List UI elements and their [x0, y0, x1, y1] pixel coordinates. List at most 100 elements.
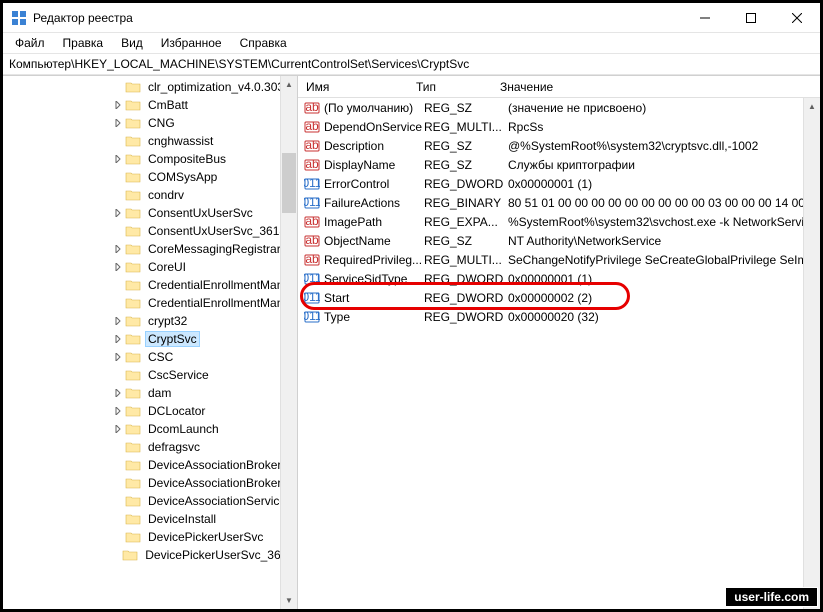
expander-icon[interactable]: [111, 404, 125, 418]
tree-item-label: CryptSvc: [145, 331, 200, 347]
tree-item[interactable]: condrv: [3, 186, 297, 204]
tree-item[interactable]: COMSysApp: [3, 168, 297, 186]
tree-item[interactable]: defragsvc: [3, 438, 297, 456]
tree-item[interactable]: DeviceAssociationService: [3, 492, 297, 510]
column-type[interactable]: Тип: [408, 76, 492, 97]
tree-item-label: DcomLaunch: [145, 421, 222, 437]
column-name[interactable]: Имя: [298, 76, 408, 97]
svg-text:ab: ab: [305, 100, 319, 114]
tree-item[interactable]: ConsentUxUserSvc: [3, 204, 297, 222]
menu-file[interactable]: Файл: [7, 34, 53, 52]
tree-item[interactable]: cnghwassist: [3, 132, 297, 150]
menu-edit[interactable]: Правка: [55, 34, 112, 52]
list-pane[interactable]: Имя Тип Значение ab(По умолчанию)REG_SZ(…: [298, 76, 820, 609]
tree-item[interactable]: CryptSvc: [3, 330, 297, 348]
expander-icon[interactable]: [111, 350, 125, 364]
registry-value-row[interactable]: ab(По умолчанию)REG_SZ(значение не присв…: [298, 98, 820, 117]
minimize-button[interactable]: [682, 3, 728, 33]
expander-icon[interactable]: [111, 80, 125, 94]
tree-item[interactable]: CredentialEnrollmentMan: [3, 276, 297, 294]
registry-value-row[interactable]: 011ServiceSidTypeREG_DWORD0x00000001 (1): [298, 269, 820, 288]
expander-icon[interactable]: [111, 170, 125, 184]
folder-icon: [125, 296, 141, 310]
tree-item[interactable]: DeviceAssociationBrokerS: [3, 456, 297, 474]
expander-icon[interactable]: [111, 548, 122, 562]
address-bar[interactable]: Компьютер\HKEY_LOCAL_MACHINE\SYSTEM\Curr…: [3, 53, 820, 75]
registry-value-row[interactable]: abDescriptionREG_SZ@%SystemRoot%\system3…: [298, 136, 820, 155]
tree-item[interactable]: CmBatt: [3, 96, 297, 114]
tree-item[interactable]: DevicePickerUserSvc_3618: [3, 546, 297, 564]
titlebar[interactable]: Редактор реестра: [3, 3, 820, 33]
menu-view[interactable]: Вид: [113, 34, 151, 52]
registry-value-row[interactable]: abDependOnServiceREG_MULTI...RpcSs: [298, 117, 820, 136]
expander-icon[interactable]: [111, 476, 125, 490]
menu-help[interactable]: Справка: [232, 34, 295, 52]
tree-scrollbar[interactable]: ▲ ▼: [280, 76, 297, 609]
expander-icon[interactable]: [111, 458, 125, 472]
expander-icon[interactable]: [111, 260, 125, 274]
registry-value-row[interactable]: abObjectNameREG_SZNT Authority\NetworkSe…: [298, 231, 820, 250]
registry-value-row[interactable]: abDisplayNameREG_SZСлужбы криптографии: [298, 155, 820, 174]
close-button[interactable]: [774, 3, 820, 33]
expander-icon[interactable]: [111, 422, 125, 436]
expander-icon[interactable]: [111, 368, 125, 382]
expander-icon[interactable]: [111, 386, 125, 400]
tree-pane[interactable]: clr_optimization_v4.0.3031CmBattCNGcnghw…: [3, 76, 298, 609]
tree-item[interactable]: ConsentUxUserSvc_3618b: [3, 222, 297, 240]
expander-icon[interactable]: [111, 206, 125, 220]
registry-value-row[interactable]: 011ErrorControlREG_DWORD0x00000001 (1): [298, 174, 820, 193]
scroll-down-icon[interactable]: ▼: [281, 592, 297, 609]
svg-text:011: 011: [304, 290, 320, 304]
expander-icon[interactable]: [111, 188, 125, 202]
tree-item[interactable]: clr_optimization_v4.0.3031: [3, 78, 297, 96]
string-value-icon: ab: [304, 157, 320, 173]
expander-icon[interactable]: [111, 152, 125, 166]
tree-item[interactable]: CscService: [3, 366, 297, 384]
expander-icon[interactable]: [111, 134, 125, 148]
tree-item[interactable]: CompositeBus: [3, 150, 297, 168]
column-value[interactable]: Значение: [492, 76, 820, 97]
tree-item[interactable]: CoreUI: [3, 258, 297, 276]
tree-item[interactable]: CSC: [3, 348, 297, 366]
expander-icon[interactable]: [111, 314, 125, 328]
expander-icon[interactable]: [111, 296, 125, 310]
tree-item-label: defragsvc: [145, 439, 203, 455]
tree-item[interactable]: crypt32: [3, 312, 297, 330]
folder-icon: [125, 206, 141, 220]
registry-value-row[interactable]: 011TypeREG_DWORD0x00000020 (32): [298, 307, 820, 326]
expander-icon[interactable]: [111, 116, 125, 130]
tree-item[interactable]: dam: [3, 384, 297, 402]
tree-item[interactable]: DcomLaunch: [3, 420, 297, 438]
registry-value-row[interactable]: abImagePathREG_EXPA...%SystemRoot%\syste…: [298, 212, 820, 231]
tree-item[interactable]: DCLocator: [3, 402, 297, 420]
list-scrollbar[interactable]: ▲ ▼: [803, 98, 820, 609]
menu-favorites[interactable]: Избранное: [153, 34, 230, 52]
string-value-icon: ab: [304, 100, 320, 116]
expander-icon[interactable]: [111, 512, 125, 526]
registry-value-row[interactable]: 011StartREG_DWORD0x00000002 (2): [298, 288, 820, 307]
tree-item[interactable]: CNG: [3, 114, 297, 132]
value-type: REG_MULTI...: [424, 253, 508, 267]
scroll-up-icon[interactable]: ▲: [804, 98, 820, 115]
expander-icon[interactable]: [111, 332, 125, 346]
tree-item[interactable]: DeviceAssociationBrokerS: [3, 474, 297, 492]
tree-item[interactable]: CredentialEnrollmentMan: [3, 294, 297, 312]
value-name: DisplayName: [324, 158, 424, 172]
scroll-thumb[interactable]: [282, 153, 296, 213]
expander-icon[interactable]: [111, 278, 125, 292]
expander-icon[interactable]: [111, 440, 125, 454]
tree-item[interactable]: CoreMessagingRegistrar: [3, 240, 297, 258]
string-value-icon: ab: [304, 214, 320, 230]
value-data: 80 51 01 00 00 00 00 00 00 00 00 00 03 0…: [508, 196, 820, 210]
registry-value-row[interactable]: abRequiredPrivileg...REG_MULTI...SeChang…: [298, 250, 820, 269]
expander-icon[interactable]: [111, 98, 125, 112]
expander-icon[interactable]: [111, 224, 125, 238]
registry-value-row[interactable]: 011FailureActionsREG_BINARY80 51 01 00 0…: [298, 193, 820, 212]
expander-icon[interactable]: [111, 242, 125, 256]
maximize-button[interactable]: [728, 3, 774, 33]
tree-item[interactable]: DevicePickerUserSvc: [3, 528, 297, 546]
expander-icon[interactable]: [111, 494, 125, 508]
scroll-up-icon[interactable]: ▲: [281, 76, 297, 93]
tree-item[interactable]: DeviceInstall: [3, 510, 297, 528]
expander-icon[interactable]: [111, 530, 125, 544]
